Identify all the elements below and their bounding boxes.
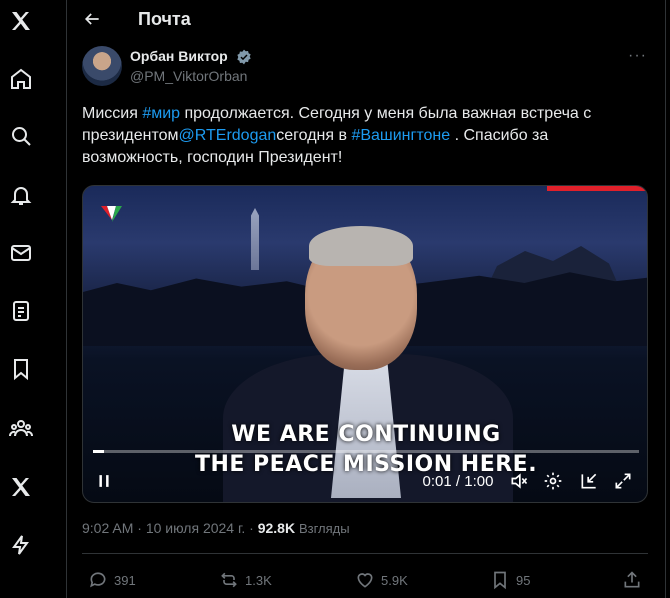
more-options-icon[interactable]: ··· [628,48,647,64]
page-header: Почта [67,0,665,40]
search-icon[interactable] [4,119,38,153]
tweet-text: Миссия #мир продолжается. Сегодня у меня… [82,103,652,169]
share-button[interactable] [622,570,648,590]
bookmark-count: 95 [516,572,531,588]
meta-separator: · [249,520,254,536]
column-divider-left [66,0,67,598]
like-count: 5.9K [381,572,408,588]
video-caption-line1: WE ARE CONTINUING [231,422,501,447]
retweet-count: 1.3K [245,572,272,588]
column-divider-right [665,0,666,598]
views-label: Взгляды [298,521,350,536]
mention-link[interactable]: @RTErdogan [179,127,277,144]
picture-in-picture-icon[interactable] [577,470,601,492]
bookmark-icon [494,571,506,590]
reply-icon [90,572,106,588]
text-segment: Миссия [82,105,143,122]
reply-button[interactable]: 391 [88,570,136,590]
author-handle[interactable]: @PM_ViktorOrban [130,68,247,84]
fullscreen-icon[interactable] [611,470,635,492]
tweet-date[interactable]: 10 июля 2024 г. [146,520,245,536]
back-arrow-icon[interactable] [79,6,105,32]
premium-x-icon[interactable] [4,470,38,504]
verified-orgs-icon[interactable] [4,528,38,562]
text-segment: сегодня в [276,127,352,144]
tweet-meta: 9:02 AM · 10 июля 2024 г. · 92.8K Взгляд… [82,520,350,536]
hashtag-link[interactable]: #мир [142,105,180,122]
video-player[interactable]: WE ARE CONTINUING THE PEACE MISSION HERE… [82,185,648,503]
channel-accent-bar [547,186,647,191]
meta-separator: · [137,520,142,536]
retweet-button[interactable]: 1.3K [219,570,272,590]
retweet-icon [221,572,237,588]
video-scene-person-hair [309,226,413,266]
tweet-time[interactable]: 9:02 AM [82,520,133,536]
hashtag-link[interactable]: #Вашингтоне [351,127,450,144]
heart-icon [357,573,373,588]
video-scene-monument [251,208,259,270]
pause-icon[interactable] [93,470,115,492]
views-count: 92.8K [257,520,296,536]
mute-icon[interactable] [507,470,531,492]
x-logo-icon[interactable] [4,4,38,38]
messages-icon[interactable] [4,236,38,270]
page-title: Почта [138,9,191,29]
reply-count: 391 [114,572,136,588]
bookmark-button[interactable]: 95 [490,570,530,590]
lists-icon[interactable] [4,294,38,328]
video-progress-bar[interactable] [93,450,639,453]
share-icon [624,571,640,588]
video-progress-fill [93,450,104,453]
video-time: 0:01 / 1:00 [422,472,494,490]
left-nav [0,0,42,598]
channel-logo-icon [101,206,122,222]
like-button[interactable]: 5.9K [355,570,408,590]
notifications-icon[interactable] [4,178,38,212]
communities-icon[interactable] [4,411,38,445]
home-icon[interactable] [4,62,38,96]
avatar[interactable] [82,46,122,86]
gear-icon[interactable] [541,470,565,492]
author-name[interactable]: Орбан Виктор [130,48,228,64]
bookmarks-icon[interactable] [4,352,38,386]
divider [82,553,648,554]
verified-badge-icon [237,49,251,65]
